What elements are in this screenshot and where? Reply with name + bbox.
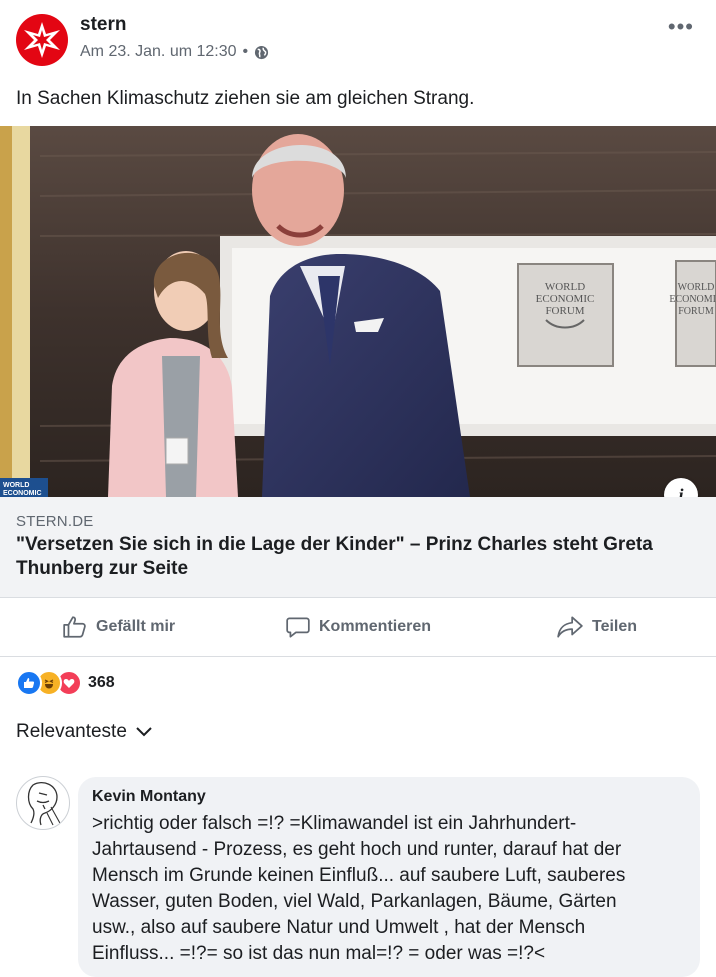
share-button[interactable]: Teilen [556,598,637,656]
corner-text-line1: WORLD [3,482,29,489]
link-preview[interactable]: STERN.DE "Versetzen Sie sich in die Lage… [0,497,716,597]
corner-text-line2: ECONOMIC [3,490,42,497]
link-headline: "Versetzen Sie sich in die Lage der Kind… [16,534,653,579]
more-options-icon[interactable]: ••• [668,14,694,40]
share-label: Teilen [592,618,638,635]
globe-icon [255,45,269,59]
sort-label: Relevanteste [16,721,127,742]
comment-icon [286,617,310,638]
like-label: Gefällt mir [96,618,176,635]
reaction-count: 368 [88,674,115,691]
sign-text-line2: ECONOMIC [536,293,595,305]
post-caption: In Sachen Klimaschutz ziehen sie am glei… [16,88,475,109]
thumbs-up-icon [63,616,86,638]
post-header: stern Am 23. Jan. um 12:30 • ••• [0,0,716,80]
sign2-text-line3: FORUM [678,306,714,317]
like-reaction-icon [16,670,42,696]
comment-label: Kommentieren [319,618,432,635]
meta-separator: • [242,43,249,60]
comment-text: >richtig oder falsch =!? =Klimawandel is… [92,813,626,964]
sign2-text-line2: ECONOMIC [669,294,716,305]
sign-text-line1: WORLD [545,281,585,293]
share-icon [557,616,583,638]
sketch-face-icon [27,782,62,826]
sign-text-line3: FORUM [545,305,584,317]
comment-sort-dropdown[interactable]: Relevanteste [16,721,153,743]
photo-illustration: WORLD ECONOMIC FORUM WORLD ECONOMIC FORU… [0,126,716,497]
post-meta: Am 23. Jan. um 12:30 • [80,43,269,61]
comment-author[interactable]: Kevin Montany [92,788,206,806]
post-photo[interactable]: WORLD ECONOMIC FORUM WORLD ECONOMIC FORU… [0,126,716,497]
comment-button[interactable]: Kommentieren [285,598,431,656]
reactions-summary[interactable]: 368 [16,670,115,696]
sign2-text-line1: WORLD [678,282,715,293]
stern-logo[interactable] [16,14,68,66]
like-button[interactable]: Gefällt mir [62,598,175,656]
star-icon [24,22,60,58]
page-name[interactable]: stern [80,14,126,36]
chevron-down-icon [136,727,152,737]
post-actions: Gefällt mir Kommentieren Teilen [0,597,716,657]
avatar[interactable] [16,776,70,830]
post-timestamp[interactable]: Am 23. Jan. um 12:30 [80,43,237,61]
comment-bubble: Kevin Montany >richtig oder falsch =!? =… [78,777,700,977]
link-domain: STERN.DE [16,513,94,530]
